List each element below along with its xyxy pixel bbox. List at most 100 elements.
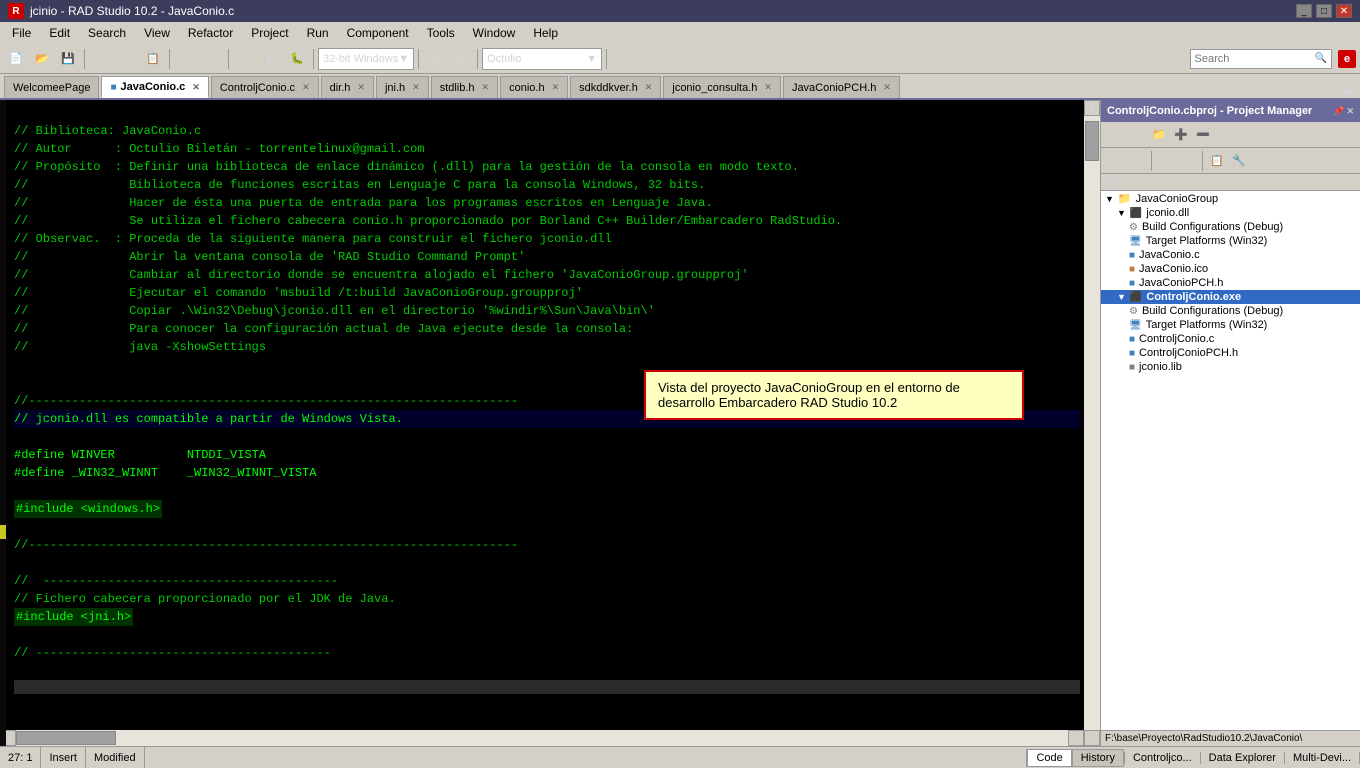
panel-tb-btn4[interactable]: ➕ [1171,126,1191,144]
new-button[interactable]: 📄 [4,48,28,70]
editor-scroll-area[interactable]: // Biblioteca: JavaConio.c // Autor : Oc… [0,100,1084,730]
tab-controljconio-close[interactable]: ✕ [302,82,310,93]
tree-label-controljcioniopch: ControljConioPCH.h [1139,347,1238,359]
tab-stdlibh[interactable]: stdlib.h ✕ [431,76,498,98]
tree-item-jcioniolib[interactable]: ■ jconio.lib [1101,360,1360,374]
tree-item-targetplat-dll[interactable]: 🖥 Target Platforms (Win32) [1101,234,1360,248]
tree-item-javaconioico[interactable]: ■ JavaConio.ico [1101,262,1360,276]
copy-button[interactable]: ⎘ [115,48,139,70]
hscroll-thumb[interactable] [16,731,116,745]
tab-icon-javaconio: ■ [110,82,116,93]
close-button[interactable]: ✕ [1336,4,1352,18]
tab-sdkddkver[interactable]: sdkddkver.h ✕ [570,76,661,98]
help-button[interactable]: ? [1164,48,1188,70]
nav-back[interactable]: ◀ [423,48,447,70]
menu-help[interactable]: Help [525,24,566,42]
panel-tb2-btn5[interactable]: 📋 [1207,152,1227,170]
platform-dropdown[interactable]: 32-bit Windows ▼ [318,48,414,70]
panel-tb-btn2[interactable]: ⊕ [1127,126,1147,144]
tab-conioh-close[interactable]: ✕ [552,82,560,93]
tab-scroll-right[interactable]: ▶ [1348,87,1356,98]
hscroll-track[interactable] [16,730,1068,746]
nav-forward[interactable]: ▶ [449,48,473,70]
menu-component[interactable]: Component [339,24,417,42]
status-panel-controljco[interactable]: Controljco... [1125,752,1201,764]
tab-sdkddkver-close[interactable]: ✕ [645,82,653,93]
panel-tb2-btn2[interactable]: ⊞ [1127,152,1147,170]
tab-controljconio[interactable]: ControljConio.c ✕ [211,76,319,98]
menu-search[interactable]: Search [80,24,134,42]
redo-button[interactable]: ↪ [200,48,224,70]
tree-item-controljcionioexe[interactable]: ▼ ⬛ ControljConio.exe [1101,290,1360,304]
tree-item-buildconfig-exe[interactable]: ⚙ Build Configurations (Debug) [1101,304,1360,318]
save-button[interactable]: 💾 [56,48,80,70]
maximize-button[interactable]: □ [1316,4,1332,18]
tree-item-buildconfig-dll[interactable]: ⚙ Build Configurations (Debug) [1101,220,1360,234]
menu-project[interactable]: Project [243,24,296,42]
tab-javaconiopch[interactable]: JavaConioPCH.h ✕ [783,76,900,98]
tab-scroll-left[interactable]: ◀ [1341,87,1349,98]
tab-conioh[interactable]: conio.h ✕ [500,76,568,98]
tab-stdlibh-close[interactable]: ✕ [482,82,490,93]
hscroll-right-btn[interactable]: ▶ [1068,730,1084,746]
open-button[interactable]: 📂 [30,48,54,70]
menu-run[interactable]: Run [299,24,337,42]
panel-close-icon[interactable]: ✕ [1346,106,1354,117]
menu-view[interactable]: View [136,24,178,42]
undo-button[interactable]: ↩ [174,48,198,70]
tab-dirh[interactable]: dir.h ✕ [321,76,374,98]
menu-edit[interactable]: Edit [41,24,78,42]
expand-icon-javaconiogroup: ▼ [1105,194,1114,204]
tab-javaconio[interactable]: ■ JavaConio.c ✕ [101,76,208,98]
vscroll-down-btn[interactable]: ▼ [1084,730,1100,746]
tab-jnih[interactable]: jni.h ✕ [376,76,429,98]
menu-file[interactable]: File [4,24,39,42]
panel-tb2-btn1[interactable]: ↩ [1105,152,1125,170]
status-tab-code[interactable]: Code [1027,749,1071,767]
tree-item-controljcioniopch[interactable]: ■ ControljConioPCH.h [1101,346,1360,360]
tab-jnih-close[interactable]: ✕ [412,82,420,93]
vscroll-thumb[interactable] [1085,121,1099,161]
menu-window[interactable]: Window [465,24,524,42]
debug-button[interactable]: 🐛 [285,48,309,70]
status-panel-multidev[interactable]: Multi-Devi... [1285,752,1360,764]
editor-hscroll[interactable]: ◀ ▶ [0,730,1084,746]
build-button[interactable]: ⚙ [233,48,257,70]
tree-item-targetplat-exe[interactable]: 🖥 Target Platforms (Win32) [1101,318,1360,332]
status-panel-dataexplorer[interactable]: Data Explorer [1201,752,1285,764]
paste-button[interactable]: 📋 [141,48,165,70]
status-tab-history[interactable]: History [1072,749,1124,767]
panel-tb2-btn3[interactable]: ≡ [1156,152,1176,170]
search-input[interactable] [1195,53,1315,65]
panel-tb-btn1[interactable]: ↻ [1105,126,1125,144]
project-tree[interactable]: ▼ 📁 JavaConioGroup ▼ ⬛ jconio.dll ⚙ Buil… [1101,191,1360,730]
editor-vscroll[interactable]: ▲ ▼ [1084,100,1100,746]
vscroll-track[interactable] [1084,116,1100,730]
menu-refactor[interactable]: Refactor [180,24,241,42]
tab-javaconiopch-close[interactable]: ✕ [883,82,891,93]
tab-jconioconsulta[interactable]: jconio_consulta.h ✕ [663,76,781,98]
tree-item-javaconiogroup[interactable]: ▼ 📁 JavaConioGroup [1101,191,1360,206]
config-dropdown[interactable]: Octulio ▼ [482,48,602,70]
tree-item-jconiodll[interactable]: ▼ ⬛ jconio.dll [1101,206,1360,220]
panel-tb2-btn4[interactable]: ⚙ [1178,152,1198,170]
minimize-button[interactable]: _ [1296,4,1312,18]
tab-welcomepage[interactable]: WelcomeePage [4,76,99,98]
tab-dirh-close[interactable]: ✕ [357,82,365,93]
tab-jconioconsulta-close[interactable]: ✕ [764,82,772,93]
tab-jnih-label: jni.h [385,82,405,94]
vscroll-up-btn[interactable]: ▲ [1084,100,1100,116]
menu-tools[interactable]: Tools [419,24,463,42]
panel-pin-icon[interactable]: 📌 [1333,106,1344,117]
panel-tb-btn5[interactable]: ➖ [1193,126,1213,144]
tab-javaconio-close[interactable]: ✕ [192,82,200,93]
tree-item-javaconiopch[interactable]: ■ JavaConioPCH.h [1101,276,1360,290]
panel-tb2-btn6[interactable]: 🔧 [1229,152,1249,170]
tree-item-controljconioc[interactable]: ■ ControljConio.c [1101,332,1360,346]
editor-area[interactable]: // Biblioteca: JavaConio.c // Autor : Oc… [0,100,1084,746]
panel-tb-btn3[interactable]: 📁 [1149,126,1169,144]
cut-button[interactable]: ✂ [89,48,113,70]
run-button[interactable]: ▶ [259,48,283,70]
tree-item-javaconioc[interactable]: ■ JavaConio.c [1101,248,1360,262]
search-box: 🔍 [1190,49,1332,69]
